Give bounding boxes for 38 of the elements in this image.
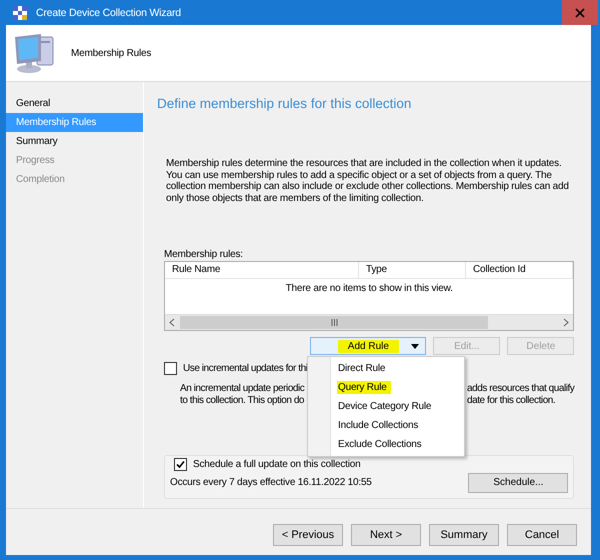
column-header[interactable]: Rule Name — [165, 262, 359, 278]
empty-message: There are no items to show in this view. — [284, 282, 454, 296]
option-description: to this collection. This option do — [180, 394, 305, 407]
menu-item[interactable]: Device Category Rule — [337, 400, 436, 414]
column-header[interactable]: Collection Id — [466, 262, 574, 278]
checkbox[interactable] — [174, 458, 187, 471]
option-description: An incremental update periodic — [180, 383, 305, 395]
checkmark-icon — [176, 460, 185, 469]
caret-icon — [411, 344, 420, 350]
menu-item[interactable]: Exclude Collections — [337, 438, 426, 452]
horizontal-scrollbar[interactable] — [165, 314, 574, 330]
menu-item[interactable]: Direct Rule — [337, 362, 390, 376]
option-description: adds resources that qualify — [467, 383, 574, 395]
nav-item[interactable]: Summary — [6, 132, 143, 151]
schedule-summary: Occurs every 7 days effective 16.11.2022 10:55 — [170, 477, 372, 488]
checkbox-label: Use incremental updates for thi — [183, 362, 308, 374]
checkbox-label: Schedule a full update on this collection — [193, 458, 360, 470]
rules-label: Membership rules: — [164, 248, 244, 262]
section-heading: Define membership rules for this collection — [157, 96, 412, 112]
checkbox[interactable] — [164, 362, 177, 375]
wizard-button[interactable]: Cancel — [507, 524, 577, 546]
menu-item[interactable]: Include Collections — [337, 419, 422, 432]
page-title: Membership Rules — [71, 48, 152, 58]
schedule-button[interactable]: Schedule... — [468, 472, 568, 493]
close-icon — [575, 8, 585, 18]
grip-icon — [330, 319, 338, 326]
column-header[interactable]: Type — [359, 262, 466, 278]
window-title: Create Device Collection Wizard — [36, 6, 181, 18]
description-text: Membership rules determine the resources that are included in the collection when it updates. You can use membership rules to add a specific object or a set of objects from a query. The collection membership can also include or exclude other collections. Membership rules can add only those objects that are members of the limiting collection. — [166, 158, 570, 204]
nav-item[interactable]: General — [6, 94, 143, 113]
option-description: date for this collection. — [467, 394, 556, 407]
menu-item[interactable]: Query Rule — [337, 381, 391, 394]
wizard-button[interactable]: Summary — [429, 524, 499, 546]
close-button[interactable] — [562, 0, 598, 25]
app-icon — [12, 4, 28, 20]
wizard-button[interactable]: Next > — [351, 524, 421, 546]
wizard-button[interactable]: < Previous — [273, 524, 343, 546]
dropdown-button[interactable]: Add Rule — [310, 337, 426, 356]
